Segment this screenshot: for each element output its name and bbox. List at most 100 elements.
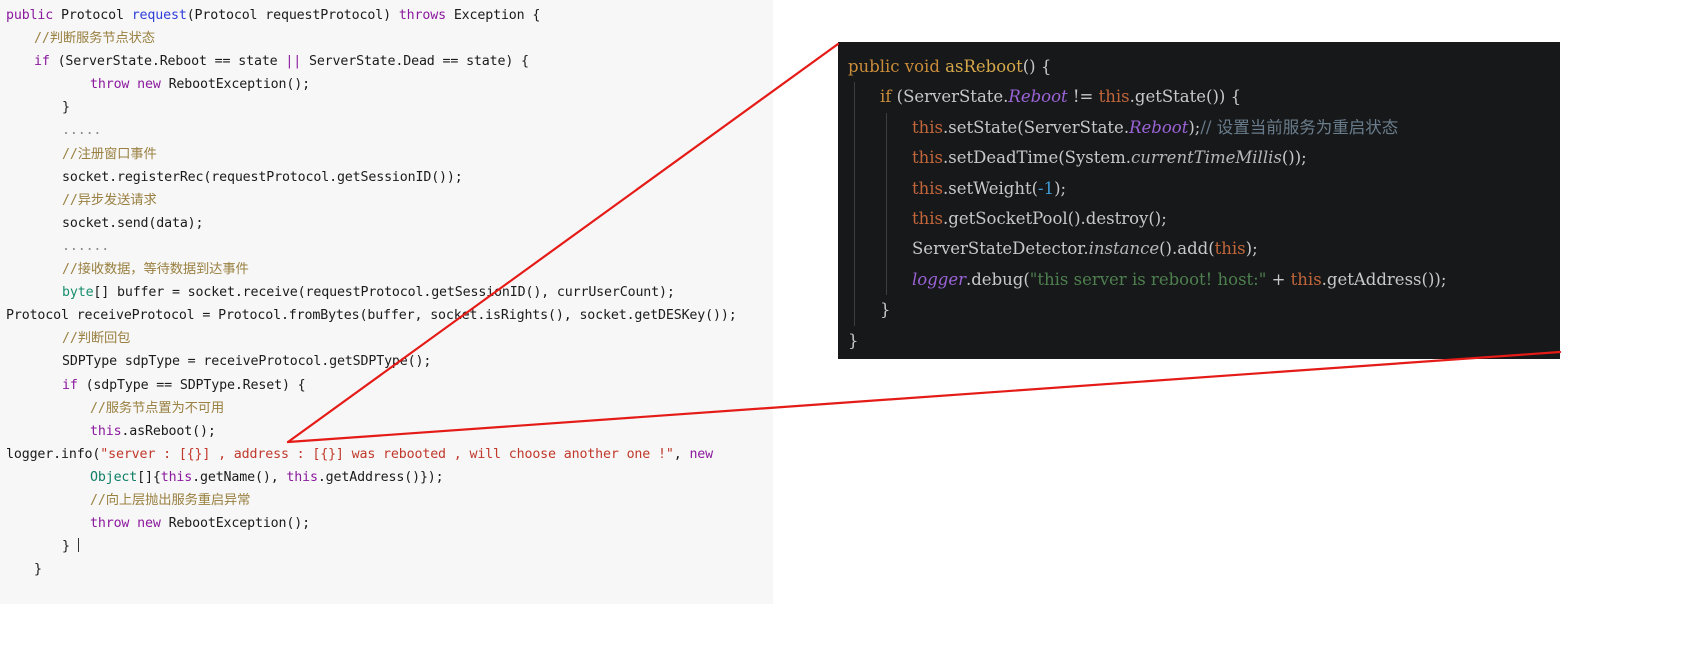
code-token: public bbox=[6, 8, 61, 23]
code-token: this bbox=[160, 469, 193, 485]
code-token: .getName(), bbox=[192, 469, 287, 485]
code-line: //向上层抛出服务重启异常 bbox=[6, 489, 773, 512]
code-token: throw new bbox=[90, 77, 169, 93]
code-token: Object bbox=[90, 469, 138, 485]
code-token: public bbox=[848, 57, 905, 76]
code-token: != bbox=[1067, 87, 1099, 107]
code-line: //服务节点置为不可用 bbox=[6, 397, 773, 420]
code-token: .getSocketPool().destroy(); bbox=[943, 209, 1167, 229]
code-line: //异步发送请求 bbox=[6, 189, 773, 212]
code-token: Protocol bbox=[61, 8, 132, 23]
code-token: } bbox=[848, 330, 859, 350]
code-token: this bbox=[1290, 269, 1322, 289]
code-token: (ServerState. bbox=[896, 87, 1009, 107]
code-token: request bbox=[131, 8, 187, 23]
code-line: //判断服务节点状态 bbox=[6, 27, 773, 50]
indent-guide bbox=[886, 143, 887, 174]
code-token: .setWeight( bbox=[943, 178, 1039, 198]
right-code-panel: public void asReboot() {if (ServerState.… bbox=[838, 42, 1560, 359]
code-token: this bbox=[1214, 239, 1246, 259]
code-token: Exception { bbox=[453, 8, 541, 23]
code-line: logger.info("server : [{}] , address : [… bbox=[6, 443, 773, 489]
code-line: logger.debug("this server is reboot! hos… bbox=[848, 264, 1560, 296]
indent-guide bbox=[886, 112, 887, 144]
code-token: throws bbox=[398, 8, 454, 23]
code-token: .getAddress()); bbox=[1321, 269, 1447, 289]
code-token: this bbox=[912, 209, 944, 229]
code-line: public Protocol request(Protocol request… bbox=[6, 4, 773, 27]
indent-guide bbox=[854, 112, 855, 144]
code-line: public void asReboot() { bbox=[848, 52, 1560, 82]
code-token: } bbox=[34, 562, 42, 578]
code-line: if (ServerState.Reboot == state || Serve… bbox=[6, 50, 773, 73]
code-line: ..... bbox=[6, 119, 773, 142]
code-token: [] buffer = socket.receive(requestProtoc… bbox=[93, 285, 675, 301]
code-line: socket.send(data); bbox=[6, 212, 773, 235]
code-token: //向上层抛出服务重启异常 bbox=[90, 492, 251, 508]
code-token: ServerStateDetector. bbox=[912, 239, 1089, 259]
code-line: } bbox=[6, 535, 773, 558]
code-token: asReboot bbox=[945, 57, 1023, 76]
code-line: ...... bbox=[6, 235, 773, 258]
code-token: if bbox=[880, 87, 897, 107]
code-line: Protocol receiveProtocol = Protocol.from… bbox=[6, 304, 773, 327]
code-token: currentTimeMillis bbox=[1131, 148, 1282, 168]
code-token: Reboot bbox=[1008, 87, 1068, 107]
code-token: this bbox=[912, 148, 944, 168]
indent-guide bbox=[854, 173, 855, 205]
code-token: logger.info( bbox=[6, 446, 101, 462]
code-line: } bbox=[848, 326, 1560, 356]
code-token: "this server is reboot! host:" bbox=[1029, 269, 1267, 289]
code-token: + bbox=[1266, 269, 1291, 289]
code-line: SDPType sdpType = receiveProtocol.getSDP… bbox=[6, 350, 773, 373]
indent-guide bbox=[854, 204, 855, 235]
code-token: socket.registerRec(requestProtocol.getSe… bbox=[62, 169, 463, 185]
code-token: "server : [{}] , address : [{}] was rebo… bbox=[100, 446, 674, 462]
code-token: //判断回包 bbox=[62, 331, 131, 347]
code-line: //接收数据，等待数据到达事件 bbox=[6, 258, 773, 281]
code-token: void bbox=[904, 57, 946, 76]
code-token: , bbox=[673, 446, 690, 462]
code-line: this.setDeadTime(System.currentTimeMilli… bbox=[848, 143, 1560, 174]
code-token: () { bbox=[1022, 57, 1052, 76]
code-token: Reboot bbox=[1129, 117, 1189, 137]
code-token: if bbox=[34, 54, 58, 70]
code-token: logger bbox=[912, 269, 966, 289]
code-token: ); bbox=[1245, 239, 1258, 259]
indent-guide bbox=[854, 143, 855, 174]
code-token: instance bbox=[1088, 239, 1160, 259]
code-line: } bbox=[6, 96, 773, 119]
code-token: ); bbox=[1054, 178, 1067, 198]
code-token: this bbox=[912, 178, 944, 198]
code-token: ..... bbox=[62, 123, 102, 139]
code-line: if (ServerState.Reboot != this.getState(… bbox=[848, 82, 1560, 113]
code-line: ServerStateDetector.instance().add(this)… bbox=[848, 234, 1560, 265]
code-token: this bbox=[912, 117, 944, 137]
code-token: } bbox=[62, 539, 78, 555]
code-token: this bbox=[1098, 87, 1130, 107]
code-line: this.setState(ServerState.Reboot);// 设置当… bbox=[848, 112, 1560, 144]
left-code-panel: public Protocol request(Protocol request… bbox=[0, 0, 773, 604]
code-token: ()); bbox=[1281, 148, 1307, 168]
code-line: if (sdpType == SDPType.Reset) { bbox=[6, 374, 773, 397]
code-token: if bbox=[62, 377, 86, 393]
indent-guide bbox=[886, 264, 887, 296]
code-token: Protocol receiveProtocol = Protocol.from… bbox=[6, 308, 737, 324]
indent-guide bbox=[854, 234, 855, 265]
code-token: socket.send(data); bbox=[62, 215, 204, 231]
code-token: } bbox=[880, 300, 891, 320]
code-token: RebootException(); bbox=[168, 516, 311, 532]
code-line: this.setWeight(-1); bbox=[848, 173, 1560, 205]
code-line: throw new RebootException(); bbox=[6, 73, 773, 96]
code-token: //注册窗口事件 bbox=[62, 146, 157, 162]
code-token: -1 bbox=[1038, 178, 1055, 198]
code-line: } bbox=[848, 295, 1560, 326]
code-token: byte bbox=[62, 285, 94, 301]
code-token: .setState(ServerState. bbox=[943, 117, 1130, 137]
code-token: ...... bbox=[62, 238, 110, 254]
code-token: .asReboot(); bbox=[121, 423, 216, 439]
indent-guide bbox=[854, 295, 855, 326]
code-token: (sdpType == SDPType.Reset) { bbox=[85, 377, 306, 393]
code-token: new bbox=[689, 446, 721, 462]
code-token: .setDeadTime(System. bbox=[943, 148, 1132, 168]
